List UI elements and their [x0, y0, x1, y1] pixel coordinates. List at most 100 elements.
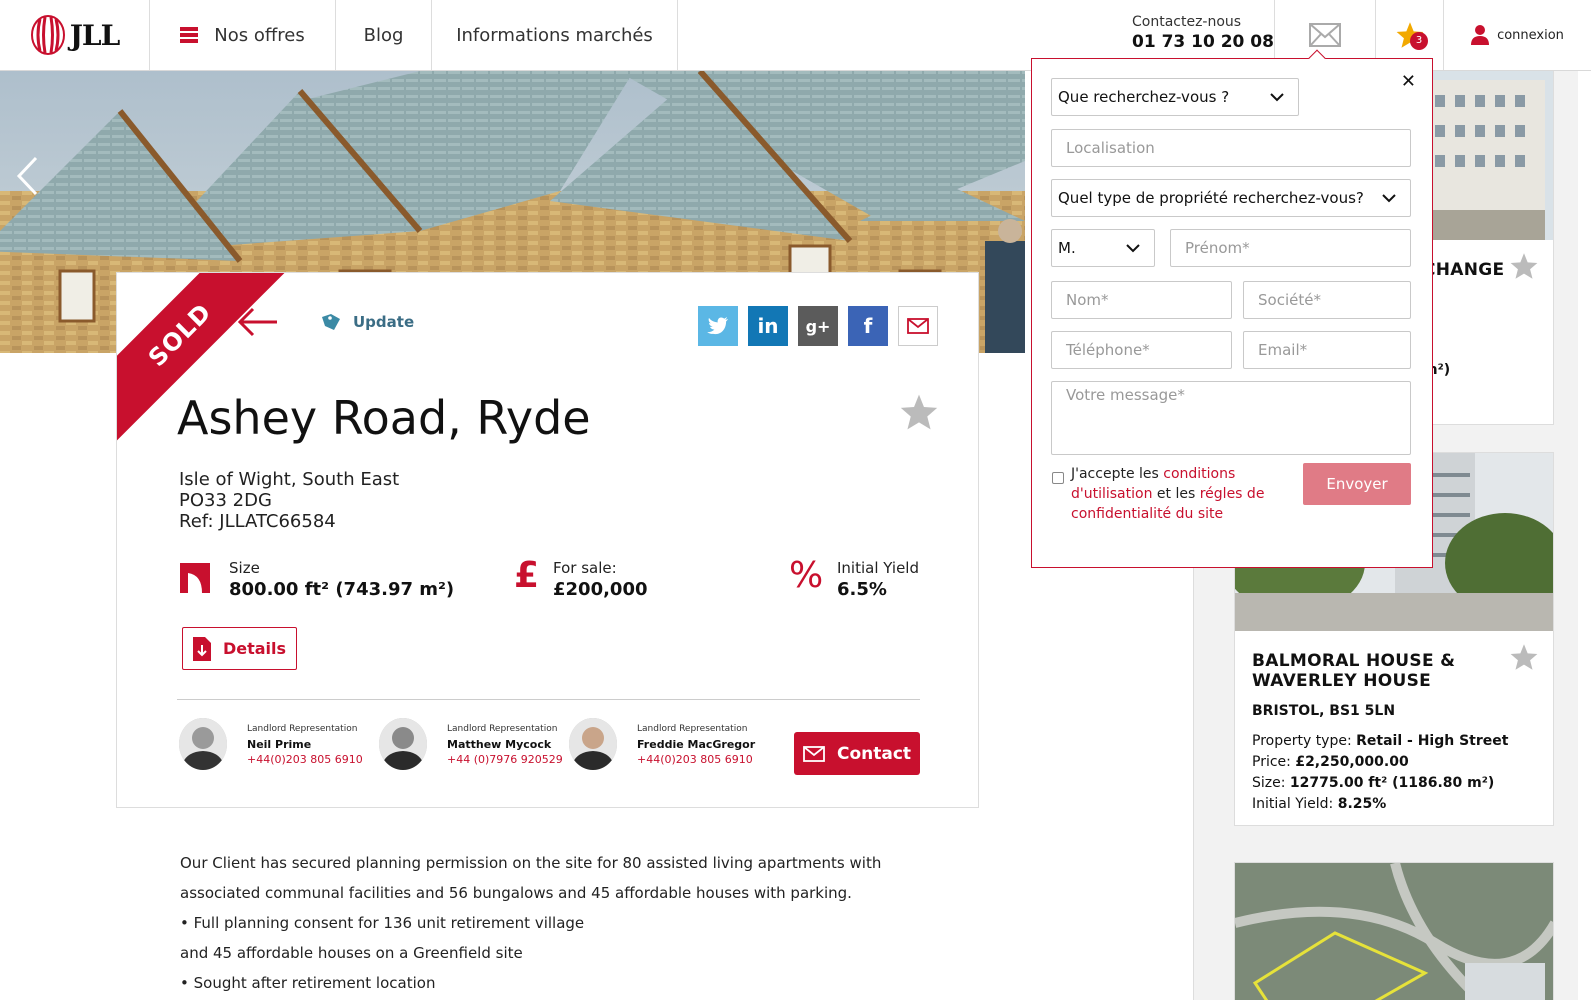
email-input[interactable]: Email*	[1243, 331, 1411, 369]
percent-icon: %	[789, 555, 824, 596]
nav-offres[interactable]: Nos offres	[150, 0, 336, 70]
share-twitter-button[interactable]	[698, 306, 738, 346]
property-ref: Ref: JLLATC66584	[179, 511, 336, 532]
pdf-download-icon	[192, 636, 211, 661]
price-label: Price:	[1252, 754, 1291, 770]
search-type-select[interactable]: Que recherchez-vous ?	[1051, 78, 1299, 116]
nav-blog[interactable]: Blog	[336, 0, 432, 70]
related-aerial-image	[1235, 863, 1553, 1000]
accept-text-1: J'accepte les	[1071, 466, 1159, 482]
accept-terms-text: J'accepte les conditions d'utilisation e…	[1071, 464, 1286, 524]
agent-info: Landlord Representation Matthew Mycock +…	[447, 724, 577, 766]
hero-prev-arrow-icon[interactable]	[16, 156, 38, 196]
price-label: For sale:	[553, 559, 617, 577]
property-description: Our Client has secured planning permissi…	[180, 848, 940, 998]
related-card-aerial[interactable]	[1234, 862, 1554, 1000]
contact-label: Contactez-nous	[1132, 14, 1242, 30]
nav-offres-label: Nos offres	[214, 24, 305, 46]
jll-logo[interactable]: JLL	[0, 0, 150, 70]
agent-role: Landlord Representation	[447, 724, 558, 734]
login-label: connexion	[1497, 27, 1564, 43]
envelope-icon	[907, 318, 929, 334]
lastname-placeholder: Nom*	[1066, 291, 1109, 309]
size-label: Size:	[1252, 775, 1286, 791]
send-button[interactable]: Envoyer	[1303, 463, 1411, 505]
favorite-star-icon[interactable]	[1509, 643, 1539, 671]
phone-input[interactable]: Téléphone*	[1051, 331, 1232, 369]
jll-logo-mark-icon	[30, 15, 65, 55]
yield-stat: Initial Yield 6.5%	[837, 559, 919, 600]
agent-phone[interactable]: +44 (0)7976 920529	[447, 753, 577, 766]
address-postcode: PO33 2DG	[179, 490, 272, 511]
nav-info-label: Informations marchés	[456, 24, 653, 46]
contact-phone[interactable]: 01 73 10 20 08	[1132, 32, 1274, 52]
share-email-button[interactable]	[898, 306, 938, 346]
linkedin-icon: in	[757, 314, 779, 338]
description-line: and 45 affordable houses on a Greenfield…	[180, 944, 523, 962]
nav-informations-marches[interactable]: Informations marchés	[432, 0, 678, 70]
description-line: • Full planning consent for 136 unit ret…	[180, 914, 585, 932]
contact-popup: ✕ Que recherchez-vous ? Localisation Que…	[1031, 58, 1433, 568]
description-paragraph: Our Client has secured planning permissi…	[180, 854, 882, 902]
user-icon	[1471, 25, 1490, 45]
details-download-button[interactable]: Details	[182, 627, 297, 670]
accept-text-2: et les	[1156, 486, 1196, 502]
googleplus-icon: g+	[805, 316, 831, 336]
share-linkedin-button[interactable]: in	[748, 306, 788, 346]
search-type-value: Que recherchez-vous ?	[1058, 88, 1230, 106]
price-value: £200,000	[553, 579, 648, 600]
envelope-icon	[1309, 23, 1341, 47]
price-stat: For sale: £200,000	[553, 559, 648, 600]
message-textarea[interactable]: Votre message*	[1051, 381, 1411, 455]
chevron-down-icon	[1382, 193, 1396, 202]
accept-terms-checkbox[interactable]	[1052, 472, 1064, 484]
related-title: BALMORAL HOUSE & WAVERLEY HOUSE	[1252, 651, 1456, 691]
message-placeholder: Votre message*	[1066, 386, 1185, 404]
civility-value: M.	[1058, 239, 1076, 257]
update-label: Update	[353, 313, 415, 331]
update-link[interactable]: Update	[321, 313, 414, 331]
size-icon	[180, 563, 210, 593]
favorites-count-badge: 3	[1410, 32, 1428, 50]
property-title: Ashey Road, Ryde	[177, 391, 591, 445]
property-address: Isle of Wight, South East PO33 2DG Ref: …	[179, 469, 399, 532]
address-region: Isle of Wight, South East	[179, 469, 400, 490]
close-icon[interactable]: ✕	[1401, 71, 1416, 92]
agent-info: Landlord Representation Neil Prime +44(0…	[247, 724, 377, 766]
contact-label: Contact	[836, 743, 912, 764]
pound-icon: £	[514, 555, 540, 596]
scrollbar[interactable]	[1578, 71, 1591, 1000]
firstname-placeholder: Prénom*	[1185, 239, 1250, 257]
civility-select[interactable]: M.	[1051, 229, 1155, 267]
agent-phone[interactable]: +44(0)203 805 6910	[247, 753, 377, 766]
share-facebook-button[interactable]: f	[848, 306, 888, 346]
tag-icon	[322, 314, 340, 330]
favorite-star-icon[interactable]	[899, 393, 939, 431]
back-arrow-icon[interactable]	[237, 307, 279, 337]
favorite-star-icon[interactable]	[1509, 252, 1539, 280]
company-input[interactable]: Société*	[1243, 281, 1411, 319]
menu-icon	[180, 27, 199, 43]
lastname-input[interactable]: Nom*	[1051, 281, 1232, 319]
agent-role: Landlord Representation	[247, 724, 358, 734]
login-button[interactable]: connexion	[1444, 0, 1591, 70]
description-line: • Sought after retirement location	[180, 974, 436, 992]
agent-photo	[569, 718, 617, 770]
share-googleplus-button[interactable]: g+	[798, 306, 838, 346]
agent-phone[interactable]: +44(0)203 805 6910	[637, 753, 767, 766]
logo-text: JLL	[69, 18, 121, 52]
property-type-select[interactable]: Quel type de propriété recherchez-vous?	[1051, 179, 1411, 217]
agent-photo	[179, 718, 227, 770]
contact-button[interactable]: Contact	[794, 732, 920, 775]
location-placeholder: Localisation	[1066, 139, 1155, 157]
details-label: Details	[222, 639, 287, 658]
price-value: £2,250,000.00	[1295, 754, 1409, 770]
related-details: Property type: Retail - High Street Pric…	[1252, 731, 1508, 815]
property-card: SOLD Update in g+ f Ashey Road, Ryde Isl…	[116, 272, 979, 808]
location-input[interactable]: Localisation	[1051, 129, 1411, 167]
firstname-input[interactable]: Prénom*	[1170, 229, 1411, 267]
agent-name: Freddie MacGregor	[637, 738, 756, 751]
agent-role: Landlord Representation	[637, 724, 748, 734]
chevron-down-icon	[1126, 243, 1140, 252]
yield-label: Initial Yield:	[1252, 796, 1334, 812]
